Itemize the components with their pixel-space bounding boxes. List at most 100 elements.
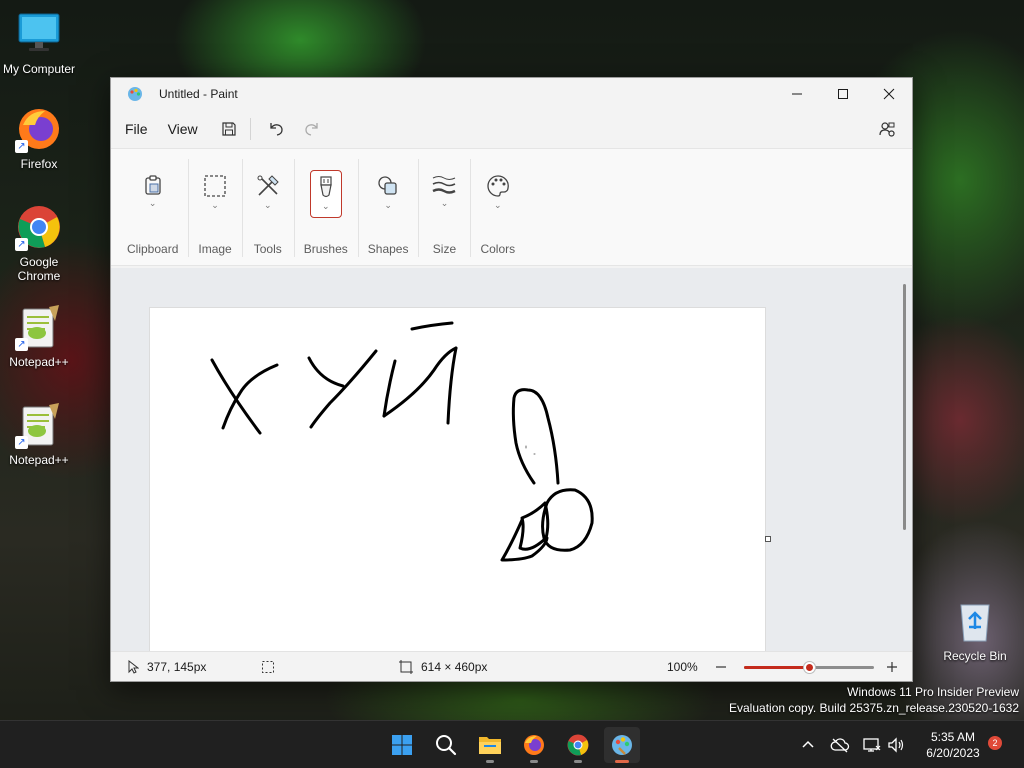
colors-button[interactable]: ⌄ — [482, 170, 514, 218]
account-settings-button[interactable] — [872, 114, 902, 144]
desktop-icon-my-computer[interactable]: My Computer — [1, 10, 77, 76]
ribbon-group-label: Shapes — [367, 242, 409, 256]
close-icon — [883, 88, 895, 100]
redo-icon — [305, 123, 318, 136]
zoom-slider-thumb[interactable] — [803, 662, 815, 673]
chevron-down-icon: ⌄ — [211, 200, 219, 210]
search-icon — [436, 735, 457, 756]
taskbar-search-button[interactable] — [428, 727, 464, 763]
paint-window[interactable]: Untitled - Paint File View ⌄ Clipboard ⌄… — [110, 77, 913, 682]
taskbar-file-explorer[interactable] — [472, 727, 508, 763]
tools-icon — [257, 175, 279, 196]
file-explorer-icon — [479, 737, 501, 754]
drawing-canvas[interactable] — [150, 308, 765, 651]
minimize-icon — [792, 93, 802, 95]
desktop-icon-label: Notepad++ — [9, 453, 69, 467]
menu-file[interactable]: File — [115, 115, 158, 143]
ribbon-group-label: Tools — [253, 242, 282, 256]
selection-icon — [262, 661, 274, 673]
image-select-button[interactable]: ⌄ — [199, 170, 231, 218]
brushes-button[interactable]: ⌄ — [309, 170, 342, 218]
ribbon-group-brushes: ⌄ Brushes — [293, 149, 358, 265]
canvas-size-text: 614 × 460px — [421, 660, 488, 674]
taskbar-paint[interactable] — [604, 727, 640, 763]
chevron-down-icon: ⌄ — [440, 198, 449, 208]
windows-start-icon — [392, 735, 412, 755]
clipboard-button[interactable]: ⌄ — [137, 170, 169, 218]
ribbon-toolbar: ⌄ Clipboard ⌄ Image ⌄ Tools ⌄ Brushes ⌄ … — [111, 148, 912, 266]
ribbon-group-shapes: ⌄ Shapes — [357, 149, 419, 265]
firefox-icon: ↗ — [15, 105, 63, 153]
speaker-icon — [888, 737, 904, 753]
chevron-down-icon: ⌄ — [494, 200, 502, 210]
desktop-icon-google-chrome[interactable]: ↗ Google Chrome — [1, 203, 77, 283]
start-button[interactable] — [384, 727, 420, 763]
ribbon-group-size: ⌄ Size — [418, 149, 470, 265]
shortcut-arrow-icon: ↗ — [15, 140, 28, 153]
vertical-scrollbar[interactable] — [903, 284, 906, 530]
desktop-icon-label: Recycle Bin — [943, 649, 1007, 663]
windows-watermark: Windows 11 Pro Insider Preview Evaluatio… — [729, 684, 1019, 716]
canvas-size-icon — [399, 660, 413, 674]
desktop-icon-notepad-plus-plus[interactable]: ↗ Notepad++ — [1, 401, 77, 467]
taskbar-chrome[interactable] — [560, 727, 596, 763]
ribbon-group-label: Clipboard — [127, 242, 179, 256]
taskbar-clock[interactable]: 5:35 AM 6/20/2023 — [918, 729, 988, 761]
watermark-line-2: Evaluation copy. Build 25375.zn_release.… — [729, 701, 1019, 715]
desktop-icon-notepad-plus-plus[interactable]: ↗ Notepad++ — [1, 303, 77, 369]
canvas-size: 614 × 460px — [399, 652, 487, 682]
save-icon — [222, 122, 236, 136]
plus-icon — [887, 662, 897, 672]
zoom-out-button[interactable] — [715, 652, 727, 682]
show-hidden-icons-button[interactable] — [798, 735, 818, 755]
selection-icon — [204, 175, 226, 197]
desktop-icon-label: Firefox — [20, 157, 58, 171]
desktop-icon-firefox[interactable]: ↗ Firefox — [1, 105, 77, 171]
zoom-in-button[interactable] — [886, 652, 898, 682]
menu-view[interactable]: View — [158, 115, 208, 143]
onedrive-status[interactable] — [830, 735, 850, 755]
maximize-icon — [838, 89, 848, 99]
firefox-icon — [524, 735, 544, 755]
selection-size — [261, 652, 275, 682]
recycle-bin-icon — [951, 597, 999, 645]
zoom-slider[interactable] — [744, 662, 874, 673]
desktop-icon-recycle-bin[interactable]: Recycle Bin — [937, 597, 1013, 663]
ribbon-group-label: Colors — [480, 242, 516, 256]
title-bar[interactable]: Untitled - Paint — [111, 78, 912, 110]
menu-bar: File View — [111, 110, 912, 148]
notification-badge[interactable]: 2 — [988, 736, 1002, 750]
chrome-icon — [567, 734, 589, 756]
freehand-drawing — [210, 321, 594, 562]
redo-button[interactable] — [297, 114, 327, 144]
canvas-area[interactable] — [111, 268, 912, 651]
size-button[interactable]: ⌄ — [428, 170, 460, 218]
desktop-icon-label: Notepad++ — [9, 355, 69, 369]
tools-button[interactable]: ⌄ — [252, 170, 284, 218]
zoom-level: 100% — [667, 660, 698, 674]
network-status[interactable] — [862, 735, 882, 755]
chrome-icon: ↗ — [15, 203, 63, 251]
clock-date: 6/20/2023 — [926, 746, 980, 760]
brush-icon — [320, 176, 332, 198]
taskbar-firefox[interactable] — [516, 727, 552, 763]
shapes-button[interactable]: ⌄ — [372, 170, 404, 218]
undo-button[interactable] — [261, 114, 291, 144]
minimize-button[interactable] — [774, 78, 820, 110]
ribbon-group-label: Size — [432, 242, 457, 256]
ribbon-group-image: ⌄ Image — [188, 149, 241, 265]
zoom-slider-fill — [744, 666, 809, 669]
ribbon-group-clipboard: ⌄ Clipboard — [117, 149, 188, 265]
notepad-plus-plus-icon: ↗ — [15, 401, 63, 449]
paint-icon — [612, 735, 632, 755]
maximize-button[interactable] — [820, 78, 866, 110]
canvas-resize-handle[interactable] — [765, 536, 771, 542]
account-settings-icon — [879, 122, 895, 137]
chevron-down-icon: ⌄ — [384, 200, 392, 210]
save-button[interactable] — [214, 114, 244, 144]
chevron-down-icon: ⌄ — [148, 198, 157, 208]
close-button[interactable] — [866, 78, 912, 110]
desktop-icon-label: Google Chrome — [17, 255, 61, 283]
cloud-offline-icon — [830, 738, 850, 753]
volume-control[interactable] — [886, 735, 906, 755]
